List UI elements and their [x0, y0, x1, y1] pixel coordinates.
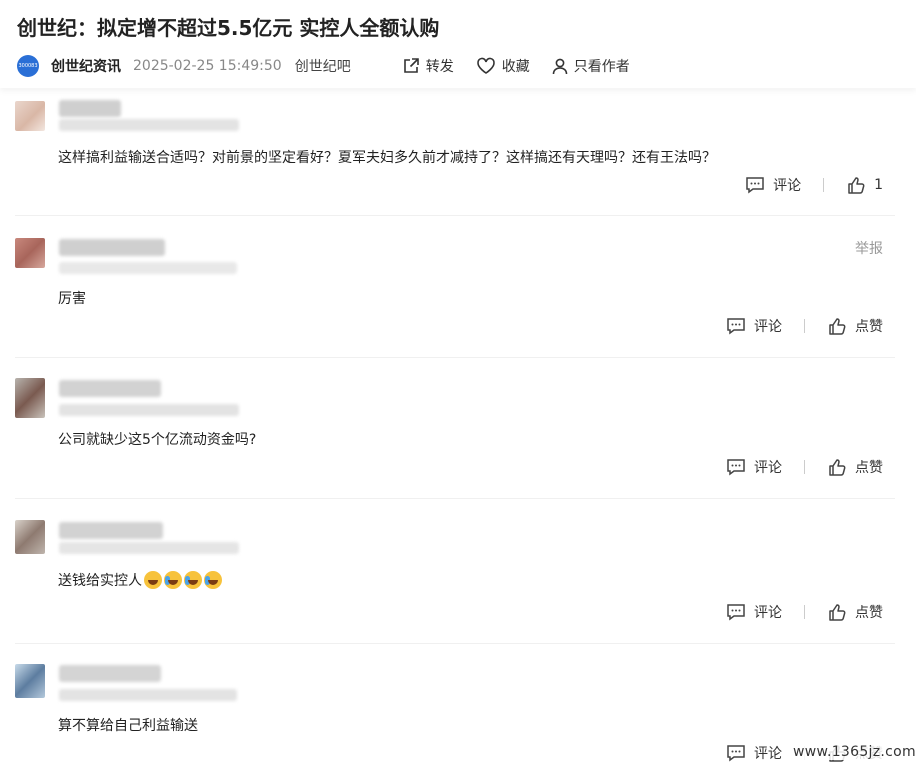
action-divider — [823, 178, 825, 192]
comment-item: 送钱给实控人 评论 点赞 — [15, 499, 895, 644]
share-label: 转发 — [425, 59, 454, 75]
author-only-label: 只看作者 — [573, 59, 630, 75]
reply-button[interactable]: 评论 — [726, 457, 782, 477]
like-button[interactable]: 点赞 — [827, 457, 883, 477]
reply-label: 评论 — [754, 460, 782, 476]
comment-icon — [727, 459, 745, 476]
author-only-button[interactable]: 只看作者 — [552, 56, 630, 76]
comment-actions: 评论 点赞 — [726, 602, 883, 622]
reply-button[interactable]: 评论 — [726, 743, 782, 763]
person-icon — [552, 58, 568, 75]
thumbs-up-icon — [829, 318, 846, 335]
action-divider — [804, 605, 805, 619]
reply-label: 评论 — [754, 319, 782, 335]
comment-actions: 评论 点赞 — [726, 316, 883, 336]
comment-item: 算不算给自己利益输送 评论 点赞 — [15, 644, 895, 772]
reply-button[interactable]: 评论 — [745, 175, 801, 195]
comment-icon — [727, 604, 745, 621]
article-header: 创世纪：拟定增不超过5.5亿元 实控人全额认购 300083 创世纪资讯 202… — [0, 0, 916, 88]
laugh-cry-emoji-icon — [164, 571, 182, 589]
source-logo[interactable]: 300083 — [17, 55, 39, 77]
like-count: 1 — [874, 177, 883, 193]
user-meta-blurred — [59, 119, 239, 131]
heart-icon — [476, 57, 495, 74]
username-blurred[interactable] — [59, 100, 121, 117]
comment-item: 这样搞利益输送合适吗？对前景的坚定看好？夏军夫妇多久前才减持了？这样搞还有天理吗… — [15, 88, 895, 216]
source-name[interactable]: 创世纪资讯 — [51, 56, 121, 76]
favorite-button[interactable]: 收藏 — [476, 56, 530, 76]
like-button[interactable]: 点赞 — [827, 316, 883, 336]
avatar[interactable] — [15, 664, 45, 698]
reply-button[interactable]: 评论 — [726, 602, 782, 622]
user-meta-blurred — [59, 542, 239, 554]
comment-text: 这样搞利益输送合适吗？对前景的坚定看好？夏军夫妇多久前才减持了？这样搞还有天理吗… — [58, 150, 716, 166]
post-datetime: 2025-02-25 15:49:50 — [133, 58, 282, 74]
comment-item: 举报 厉害 评论 点赞 — [15, 216, 895, 358]
comment-icon — [727, 745, 745, 762]
share-button[interactable]: 转发 — [402, 56, 454, 76]
comment-text: 公司就缺少这5个亿流动资金吗? — [58, 432, 257, 448]
like-label: 点赞 — [855, 605, 883, 621]
username-blurred[interactable] — [59, 665, 161, 682]
comment-icon — [727, 318, 745, 335]
reply-label: 评论 — [754, 746, 782, 762]
avatar[interactable] — [15, 520, 45, 554]
comment-actions: 评论 1 — [745, 175, 883, 195]
user-meta-blurred — [59, 262, 237, 274]
avatar[interactable] — [15, 101, 45, 131]
laugh-cry-emoji-icon — [184, 571, 202, 589]
avatar[interactable] — [15, 378, 45, 418]
grin-emoji-icon — [144, 571, 162, 589]
avatar[interactable] — [15, 238, 45, 268]
comment-text: 算不算给自己利益输送 — [58, 718, 198, 734]
like-button[interactable]: 1 — [846, 176, 883, 194]
like-label: 点赞 — [855, 460, 883, 476]
comment-text: 送钱给实控人 — [58, 570, 222, 590]
username-blurred[interactable] — [59, 380, 161, 397]
user-meta-blurred — [59, 404, 239, 416]
reply-label: 评论 — [754, 605, 782, 621]
thumbs-up-icon — [848, 177, 865, 194]
share-icon — [403, 58, 419, 73]
site-watermark: www.1365jz.com — [793, 744, 916, 760]
reply-button[interactable]: 评论 — [726, 316, 782, 336]
comment-item: 公司就缺少这5个亿流动资金吗? 评论 点赞 — [15, 358, 895, 499]
article-title: 创世纪：拟定增不超过5.5亿元 实控人全额认购 — [17, 16, 440, 40]
comment-text-body: 送钱给实控人 — [58, 573, 142, 589]
report-button[interactable]: 举报 — [855, 238, 883, 258]
bar-link[interactable]: 创世纪吧 — [295, 56, 351, 76]
comment-icon — [746, 177, 764, 194]
article-meta: 300083 创世纪资讯 2025-02-25 15:49:50 创世纪吧 转发… — [17, 54, 652, 78]
like-label: 点赞 — [855, 319, 883, 335]
thumbs-up-icon — [829, 459, 846, 476]
favorite-label: 收藏 — [501, 59, 530, 75]
username-blurred[interactable] — [59, 239, 165, 256]
laugh-cry-emoji-icon — [204, 571, 222, 589]
action-divider — [804, 460, 805, 474]
action-divider — [804, 319, 805, 333]
like-button[interactable]: 点赞 — [827, 602, 883, 622]
comment-text: 厉害 — [58, 291, 86, 307]
comment-actions: 评论 点赞 — [726, 457, 883, 477]
user-meta-blurred — [59, 689, 237, 701]
reply-label: 评论 — [773, 178, 802, 194]
thumbs-up-icon — [829, 604, 846, 621]
username-blurred[interactable] — [59, 522, 163, 539]
